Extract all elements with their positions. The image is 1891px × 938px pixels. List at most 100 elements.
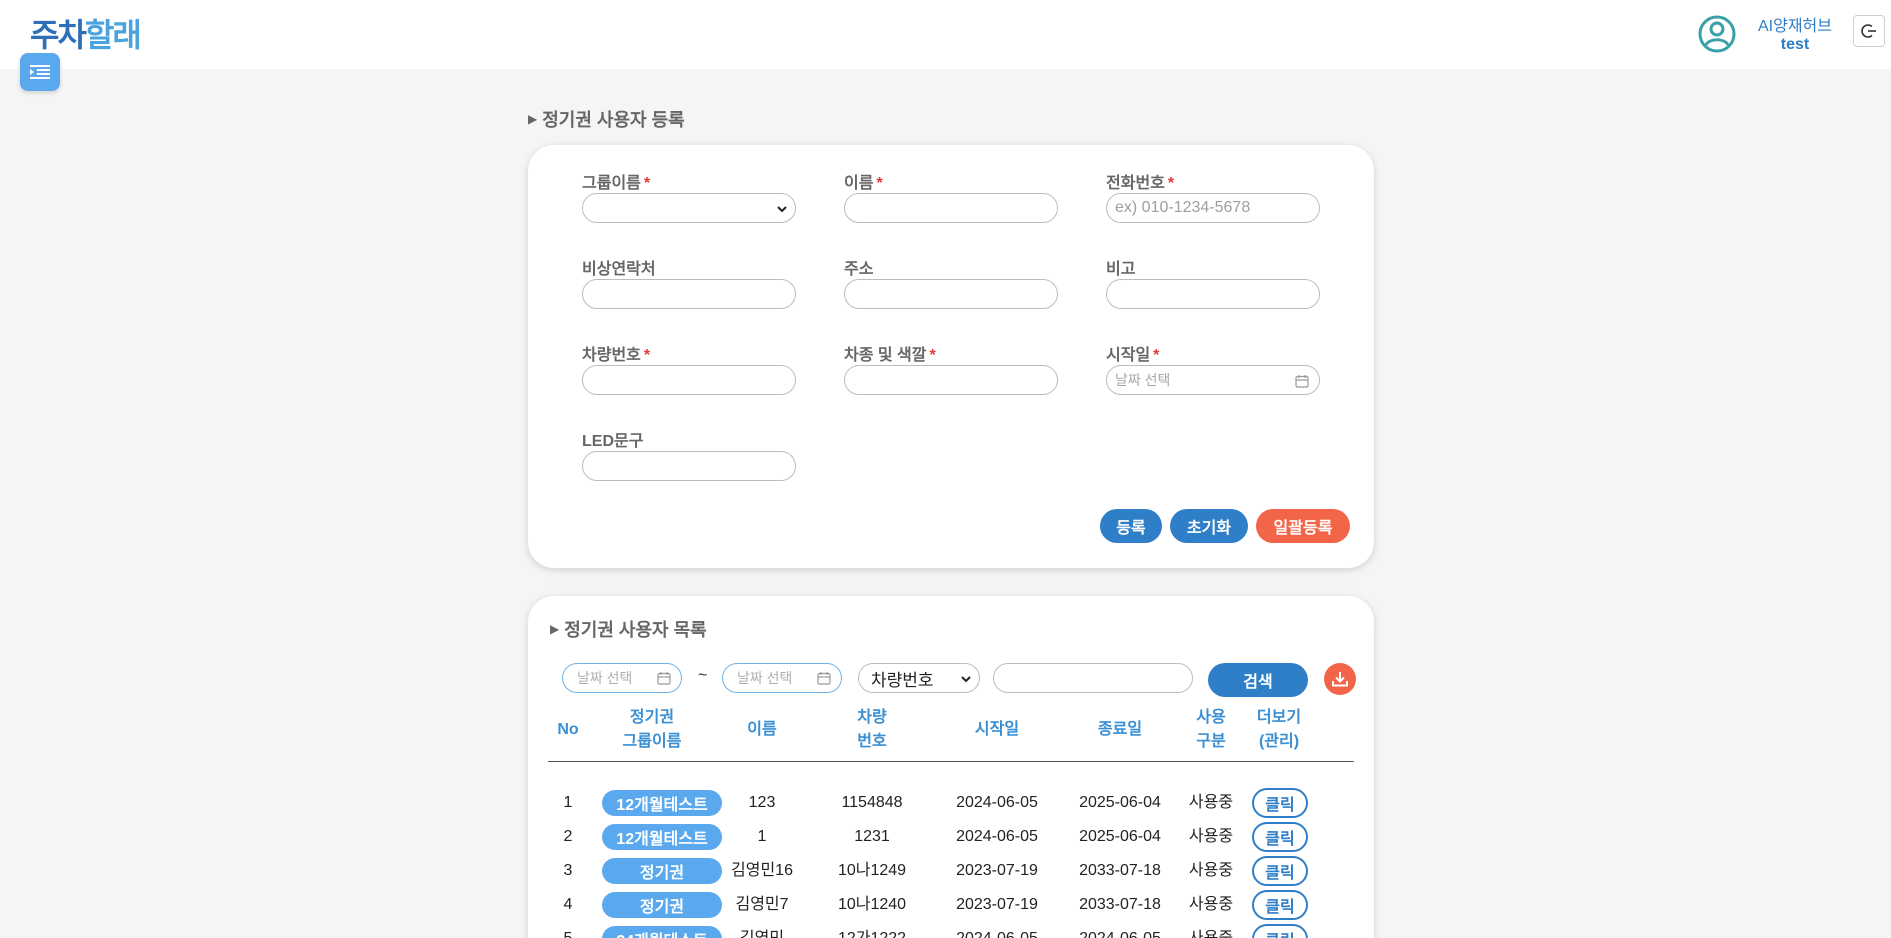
start-date-placeholder: 날짜 선택	[1115, 372, 1171, 388]
row-detail-button[interactable]: 클릭	[1252, 890, 1308, 920]
cell-no: 4	[563, 896, 573, 913]
cell-name: 123	[748, 794, 776, 811]
table-header-divider	[548, 761, 1354, 762]
cell-no: 1	[563, 794, 573, 811]
user-organization: AI양재허브	[1758, 18, 1832, 35]
cell-status: 사용중	[1188, 896, 1234, 913]
car-number-label: 차량번호 *	[582, 347, 651, 364]
search-input[interactable]	[993, 663, 1193, 693]
search-field-select[interactable]: 차량번호	[858, 663, 980, 693]
car-model-input[interactable]	[844, 365, 1058, 395]
logo-text-part1: 주차	[30, 16, 87, 54]
cell-status: 사용중	[1188, 828, 1234, 845]
date-to-picker[interactable]: 날짜 선택	[722, 663, 842, 693]
user-list-card: ▶ 정기권 사용자 목록 날짜 선택 ~ 날짜 선택 차량번호 검색 No 정기…	[528, 596, 1374, 938]
cell-car-number: 12가1222	[812, 926, 932, 938]
sidebar-toggle-button[interactable]	[20, 53, 60, 91]
register-form-card: 그룹이름 * 이름 * 전화번호 * ex) 010-1234-5678 비상연락처 …	[528, 145, 1374, 568]
group-badge: 24개월테스트	[602, 926, 722, 938]
row-detail-button[interactable]: 클릭	[1252, 856, 1308, 886]
cell-end-date: 2025-06-04	[1079, 828, 1161, 845]
calendar-icon	[1295, 375, 1309, 388]
bulk-register-button[interactable]: 일괄등록	[1256, 509, 1350, 543]
address-label: 주소	[844, 261, 874, 278]
cell-name: 김영민7	[735, 896, 789, 913]
col-header-start: 시작일	[974, 721, 1020, 738]
car-number-input[interactable]	[582, 365, 796, 395]
cell-name: 1	[757, 828, 767, 845]
col-header-name: 이름	[747, 721, 777, 738]
logout-icon	[1861, 24, 1876, 38]
download-icon	[1332, 672, 1348, 687]
name-label: 이름 *	[844, 175, 883, 192]
logout-button[interactable]	[1853, 15, 1885, 47]
chevron-down-icon	[961, 676, 971, 683]
calendar-icon	[817, 672, 831, 685]
led-input[interactable]	[582, 451, 796, 481]
row-detail-button[interactable]: 클릭	[1252, 822, 1308, 852]
date-from-placeholder: 날짜 선택	[577, 670, 633, 686]
start-date-picker[interactable]: 날짜 선택	[1106, 365, 1320, 395]
car-model-label: 차종 및 색깔 *	[844, 347, 936, 364]
led-label: LED문구	[582, 433, 644, 450]
date-to-placeholder: 날짜 선택	[737, 670, 793, 686]
cell-no: 3	[563, 862, 573, 879]
row-detail-button[interactable]: 클릭	[1252, 788, 1308, 818]
emergency-label: 비상연락처	[582, 261, 656, 278]
cell-start-date: 2024-06-05	[932, 926, 1062, 938]
logo-text-part2: 할래	[84, 16, 142, 54]
cell-start-date: 2024-06-05	[956, 794, 1038, 811]
col-header-end: 종료일	[1097, 721, 1143, 738]
user-id: test	[1780, 36, 1810, 53]
register-button[interactable]: 등록	[1100, 509, 1162, 543]
note-input[interactable]	[1106, 279, 1320, 309]
row-detail-button[interactable]: 클릭	[1252, 924, 1308, 938]
group-badge: 12개월테스트	[602, 824, 722, 850]
cell-status: 사용중	[1188, 794, 1234, 811]
list-title-text: 정기권 사용자 목록	[564, 620, 707, 640]
cell-start-date: 2023-07-19	[956, 896, 1038, 913]
cell-end-date: 2024-06-05	[1062, 926, 1178, 938]
cell-start-date: 2024-06-05	[956, 828, 1038, 845]
app-logo[interactable]: 주차할래	[30, 10, 142, 56]
cell-name: 김영민	[712, 926, 812, 938]
cell-name: 김영민16	[731, 862, 793, 879]
cell-end-date: 2033-07-18	[1079, 862, 1161, 879]
start-date-label: 시작일 *	[1106, 347, 1160, 364]
phone-input[interactable]: ex) 010-1234-5678	[1106, 193, 1320, 223]
search-button[interactable]: 검색	[1208, 663, 1308, 697]
name-input[interactable]	[844, 193, 1058, 223]
phone-placeholder: ex) 010-1234-5678	[1115, 199, 1251, 216]
cell-car-number: 10나1249	[837, 862, 907, 879]
note-label: 비고	[1106, 261, 1136, 278]
date-from-picker[interactable]: 날짜 선택	[562, 663, 682, 693]
col-header-status: 사용 구분	[1196, 709, 1226, 750]
cell-car-number: 10나1240	[837, 896, 907, 913]
list-section-title: ▶ 정기권 사용자 목록	[550, 616, 707, 642]
register-title-text: 정기권 사용자 등록	[542, 110, 685, 130]
excel-download-button[interactable]	[1324, 663, 1356, 695]
col-header-more: 더보기 (관리)	[1256, 709, 1302, 750]
group-badge: 12개월테스트	[602, 790, 722, 816]
col-header-car: 차량 번호	[857, 709, 887, 750]
cell-start-date: 2023-07-19	[956, 862, 1038, 879]
reset-button[interactable]: 초기화	[1170, 509, 1248, 543]
top-header: 주차할래 AI양재허브 test	[0, 0, 1891, 69]
menu-list-icon	[30, 65, 50, 79]
group-label: 그룹이름 *	[582, 175, 651, 192]
triangle-icon: ▶	[550, 622, 560, 636]
group-badge: 정기권	[602, 858, 722, 884]
user-avatar-icon[interactable]	[1697, 14, 1737, 54]
phone-label: 전화번호 *	[1106, 175, 1175, 192]
cell-no: 2	[563, 828, 573, 845]
col-header-group: 정기권 그룹이름	[622, 709, 682, 750]
cell-status: 사용중	[1178, 926, 1244, 938]
emergency-input[interactable]	[582, 279, 796, 309]
chevron-down-icon	[777, 206, 787, 213]
address-input[interactable]	[844, 279, 1058, 309]
group-select[interactable]	[582, 193, 796, 223]
cell-end-date: 2025-06-04	[1079, 794, 1161, 811]
cell-car-number: 1154848	[841, 794, 903, 811]
register-section-title: ▶ 정기권 사용자 등록	[528, 106, 685, 132]
date-range-separator: ~	[698, 667, 708, 684]
